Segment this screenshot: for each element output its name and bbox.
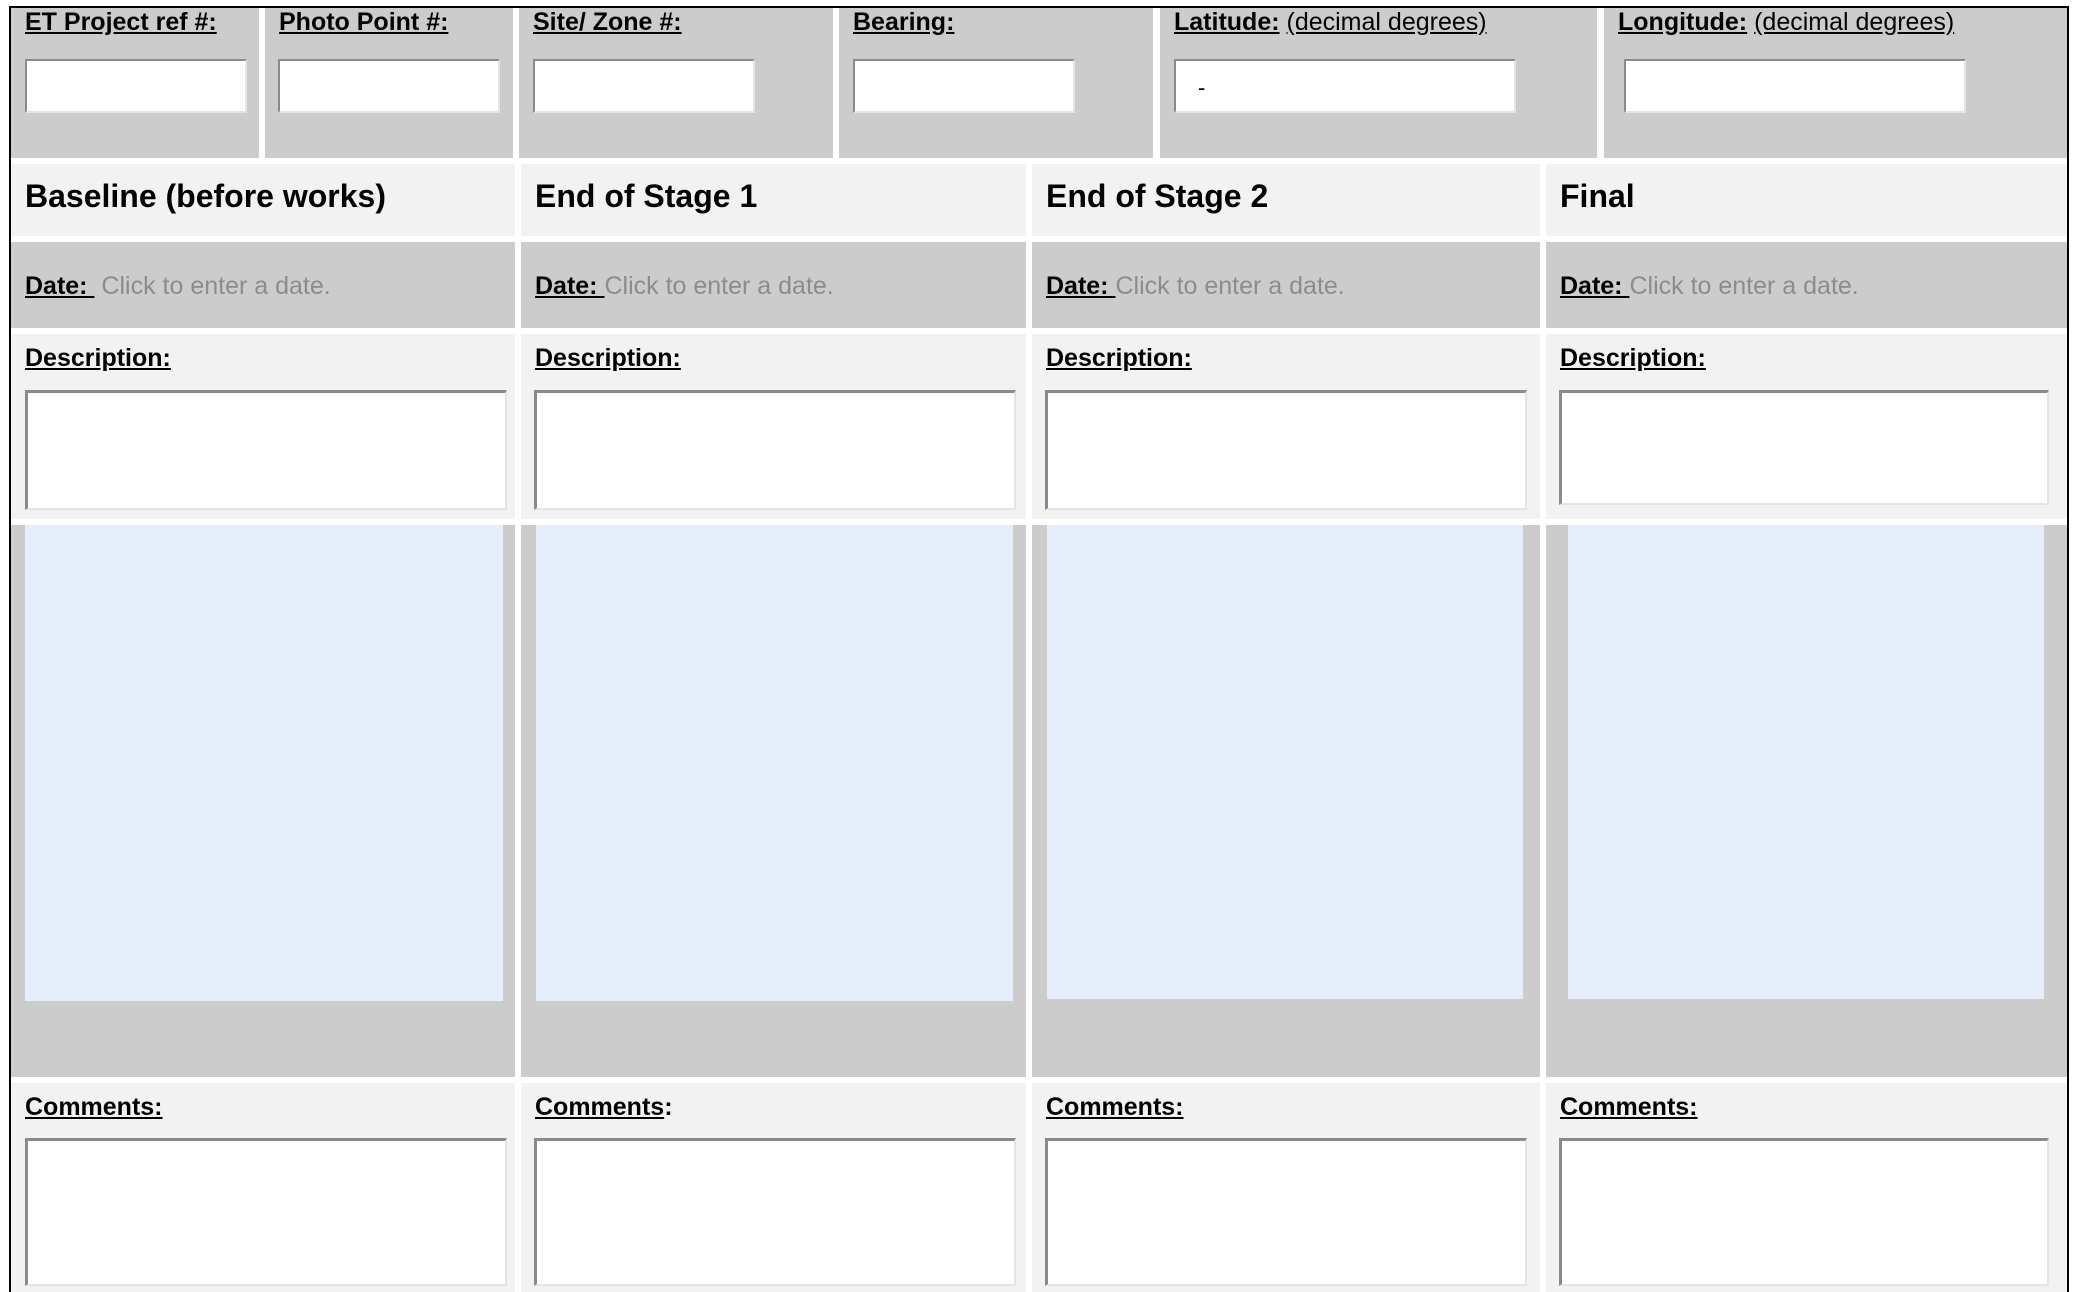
comments-label-colon: :	[664, 1093, 673, 1121]
comments-label: Comments:	[25, 1093, 163, 1121]
latitude-value: -	[1198, 75, 1206, 100]
date-cell: Date: Click to enter a date.	[11, 242, 515, 328]
stage-title-cell: End of Stage 2	[1032, 164, 1540, 236]
comments-input[interactable]	[25, 1138, 507, 1286]
latitude-cell: Latitude: (decimal degrees) -	[1160, 8, 1597, 158]
comments-cell: Comments:	[521, 1083, 1026, 1292]
date-cell: Date: Click to enter a date.	[521, 242, 1026, 328]
comments-cell: Comments:	[1546, 1083, 2067, 1292]
photo-cell	[521, 525, 1026, 1077]
description-input[interactable]	[534, 390, 1016, 510]
description-cell: Description:	[1546, 334, 2067, 519]
site-zone-input[interactable]	[533, 59, 755, 113]
photo-placeholder[interactable]	[536, 525, 1013, 1001]
stage-title: Final	[1560, 178, 1635, 214]
stage-title: End of Stage 1	[535, 178, 758, 214]
comments-label: Comments:	[1046, 1093, 1184, 1121]
photo-placeholder[interactable]	[25, 525, 503, 1001]
bearing-input[interactable]	[853, 59, 1075, 113]
stage-title: Baseline (before works)	[25, 178, 386, 214]
photo-placeholder[interactable]	[1568, 525, 2044, 999]
longitude-cell: Longitude: (decimal degrees)	[1604, 8, 2067, 158]
project-ref-label: ET Project ref #:	[25, 8, 217, 36]
date-picker[interactable]: Click to enter a date.	[101, 272, 330, 300]
site-zone-cell: Site/ Zone #:	[519, 8, 833, 158]
comments-input[interactable]	[534, 1138, 1016, 1286]
comments-label: Comments	[535, 1093, 665, 1121]
bearing-label: Bearing:	[853, 8, 955, 36]
comments-input[interactable]	[1045, 1138, 1527, 1286]
stage-title-cell: End of Stage 1	[521, 164, 1026, 236]
photo-point-form: ET Project ref #: Photo Point #: Site/ Z…	[9, 6, 2069, 1292]
description-cell: Description:	[11, 334, 515, 519]
bearing-cell: Bearing:	[839, 8, 1153, 158]
date-label: Date:	[1046, 272, 1116, 300]
date-picker[interactable]: Click to enter a date.	[1115, 272, 1344, 300]
photo-cell	[1032, 525, 1540, 1077]
description-input[interactable]	[1559, 390, 2049, 505]
longitude-unit: (decimal degrees)	[1754, 8, 1955, 36]
description-input[interactable]	[1045, 390, 1527, 510]
stage-title-cell: Final	[1546, 164, 2067, 236]
description-label: Description:	[1046, 344, 1192, 372]
comments-cell: Comments:	[11, 1083, 515, 1292]
date-label: Date:	[1560, 272, 1630, 300]
date-picker[interactable]: Click to enter a date.	[1629, 272, 1858, 300]
description-label: Description:	[535, 344, 681, 372]
photo-placeholder[interactable]	[1047, 525, 1523, 999]
description-label: Description:	[25, 344, 171, 372]
date-picker[interactable]: Click to enter a date.	[604, 272, 833, 300]
description-input[interactable]	[25, 390, 507, 510]
date-cell: Date: Click to enter a date.	[1546, 242, 2067, 328]
latitude-label: Latitude:	[1174, 8, 1280, 36]
description-cell: Description:	[521, 334, 1026, 519]
longitude-input[interactable]	[1624, 59, 1966, 113]
latitude-unit: (decimal degrees)	[1286, 8, 1487, 36]
photo-cell	[11, 525, 515, 1077]
description-cell: Description:	[1032, 334, 1540, 519]
site-zone-label: Site/ Zone #:	[533, 8, 682, 36]
latitude-input[interactable]: -	[1174, 59, 1516, 113]
comments-label: Comments:	[1560, 1093, 1698, 1121]
stage-title: End of Stage 2	[1046, 178, 1269, 214]
date-label: Date:	[25, 272, 95, 300]
project-ref-cell: ET Project ref #:	[11, 8, 259, 158]
comments-cell: Comments:	[1032, 1083, 1540, 1292]
comments-input[interactable]	[1559, 1138, 2049, 1286]
description-label: Description:	[1560, 344, 1706, 372]
date-label: Date:	[535, 272, 605, 300]
longitude-label: Longitude:	[1618, 8, 1748, 36]
stage-title-cell: Baseline (before works)	[11, 164, 515, 236]
date-cell: Date: Click to enter a date.	[1032, 242, 1540, 328]
photo-point-input[interactable]	[278, 59, 500, 113]
photo-point-label: Photo Point #:	[279, 8, 449, 36]
photo-cell	[1546, 525, 2067, 1077]
photo-point-cell: Photo Point #:	[265, 8, 513, 158]
project-ref-input[interactable]	[25, 59, 247, 113]
